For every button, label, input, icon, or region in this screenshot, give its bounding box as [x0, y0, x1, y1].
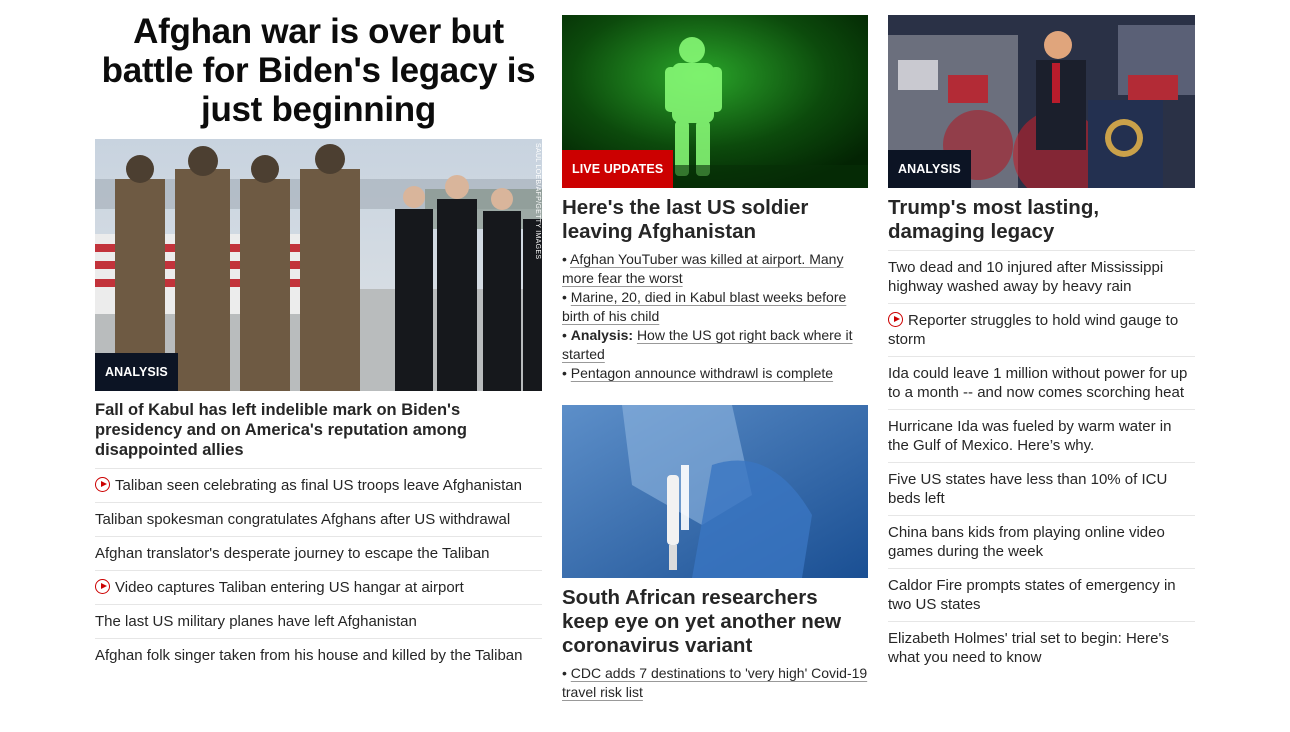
list-item[interactable]: Afghan folk singer taken from his house …: [95, 638, 542, 672]
analysis-label: ANALYSIS: [888, 150, 971, 188]
lead-story-column: Afghan war is over but battle for Biden'…: [95, 0, 542, 672]
trump-image[interactable]: ANALYSIS: [888, 15, 1195, 188]
covid-bullets: • CDC adds 7 destinations to 'very high'…: [562, 664, 868, 702]
list-item[interactable]: Reporter struggles to hold wind gauge to…: [888, 303, 1195, 356]
list-item[interactable]: Two dead and 10 injured after Mississipp…: [888, 250, 1195, 303]
soldier-image[interactable]: LIVE UPDATES: [562, 15, 868, 188]
list-item[interactable]: Caldor Fire prompts states of emergency …: [888, 568, 1195, 621]
covid-test-image[interactable]: [562, 405, 868, 578]
list-item[interactable]: Elizabeth Holmes' trial set to begin: He…: [888, 621, 1195, 674]
list-item[interactable]: Hurricane Ida was fueled by warm water i…: [888, 409, 1195, 462]
lead-image[interactable]: SAUL LOEB/AFP/GETTY IMAGES ANALYSIS: [95, 139, 542, 391]
photo-credit: SAUL LOEB/AFP/GETTY IMAGES: [534, 143, 541, 260]
list-item[interactable]: Video captures Taliban entering US hanga…: [95, 570, 542, 604]
trump-card-title[interactable]: Trump's most lasting, damaging legacy: [888, 196, 1195, 244]
bullet-item[interactable]: • Analysis: How the US got right back wh…: [562, 326, 868, 364]
bullet-item[interactable]: • Afghan YouTuber was killed at airport.…: [562, 250, 868, 288]
list-item[interactable]: Taliban seen celebrating as final US tro…: [95, 468, 542, 502]
lead-headline[interactable]: Afghan war is over but battle for Biden'…: [95, 12, 542, 129]
soldier-bullets: • Afghan YouTuber was killed at airport.…: [562, 250, 868, 383]
list-item[interactable]: Ida could leave 1 million without power …: [888, 356, 1195, 409]
play-video-icon: [888, 312, 903, 327]
analysis-label: ANALYSIS: [95, 353, 178, 391]
covid-test-photo: [562, 405, 868, 578]
soldier-card-title[interactable]: Here's the last US soldier leaving Afgha…: [562, 196, 868, 244]
list-item[interactable]: Five US states have less than 10% of ICU…: [888, 462, 1195, 515]
play-video-icon: [95, 477, 110, 492]
news-list: Two dead and 10 injured after Mississipp…: [888, 250, 1195, 674]
live-updates-label: LIVE UPDATES: [562, 150, 674, 188]
list-item[interactable]: China bans kids from playing online vide…: [888, 515, 1195, 568]
list-item[interactable]: Taliban spokesman congratulates Afghans …: [95, 502, 542, 536]
bullet-item[interactable]: • Pentagon announce withdrawl is complet…: [562, 364, 868, 383]
bullet-item[interactable]: • CDC adds 7 destinations to 'very high'…: [562, 664, 868, 702]
secondary-story-column: LIVE UPDATES Here's the last US soldier …: [562, 0, 868, 702]
list-item[interactable]: Afghan translator's desperate journey to…: [95, 536, 542, 570]
lead-related-list: Taliban seen celebrating as final US tro…: [95, 468, 542, 672]
bullet-item[interactable]: • Marine, 20, died in Kabul blast weeks …: [562, 288, 868, 326]
tertiary-story-column: ANALYSIS Trump's most lasting, damaging …: [888, 0, 1195, 674]
list-item[interactable]: The last US military planes have left Af…: [95, 604, 542, 638]
covid-card-title[interactable]: South African researchers keep eye on ye…: [562, 586, 868, 658]
play-video-icon: [95, 579, 110, 594]
lead-card-title[interactable]: Fall of Kabul has left indelible mark on…: [95, 400, 542, 460]
